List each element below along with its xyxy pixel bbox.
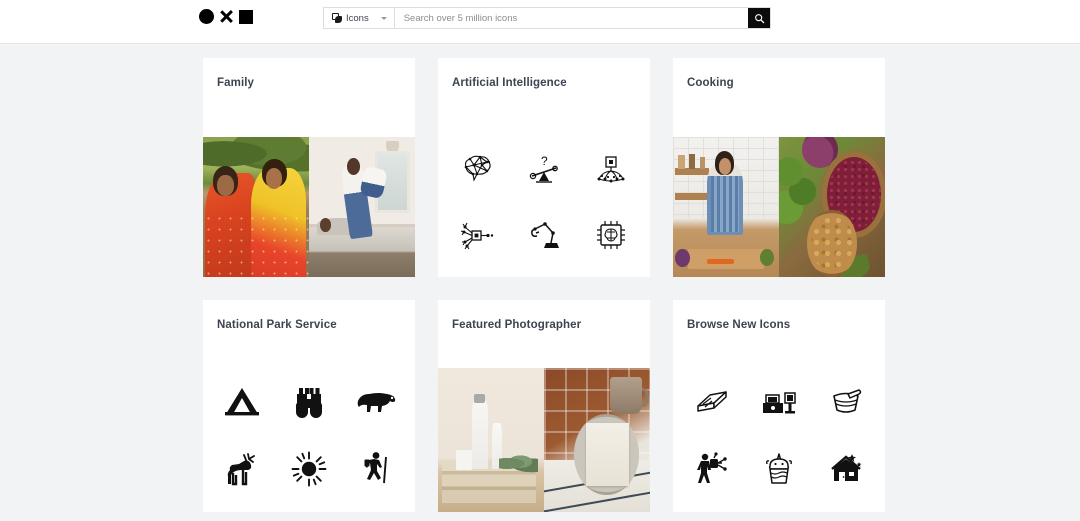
photo-pair <box>203 137 415 277</box>
brain-network-icon[interactable] <box>460 154 494 186</box>
card-title: National Park Service <box>217 319 337 331</box>
card-cooking[interactable]: Cooking <box>673 58 885 277</box>
search-icon <box>754 13 764 23</box>
layers-icon <box>332 13 342 23</box>
photo-mug-and-notebook-flat-lay[interactable] <box>544 368 650 512</box>
card-title: Featured Photographer <box>452 319 582 331</box>
card-browse-new-icons[interactable]: Browse New Icons <box>673 300 885 512</box>
tent-icon[interactable] <box>222 385 262 419</box>
photo-pair <box>438 368 650 512</box>
photo-two-women-in-saris-in-park[interactable] <box>203 137 309 277</box>
photo-father-lifting-child-on-bed[interactable] <box>309 137 415 277</box>
robotic-arm-icon[interactable] <box>527 219 561 251</box>
binoculars-icon[interactable] <box>292 385 326 419</box>
icon-grid <box>673 368 885 512</box>
icon-grid <box>203 368 415 512</box>
deer-icon[interactable] <box>224 451 260 487</box>
search-submit-button[interactable] <box>748 8 770 28</box>
card-title: Family <box>217 77 255 89</box>
person-with-backpack-icon[interactable] <box>694 451 730 486</box>
question-balance-scale-icon[interactable]: ? <box>527 154 561 186</box>
photo-bowl-of-red-beans-and-walnuts[interactable] <box>779 137 885 277</box>
open-book-pages-icon[interactable] <box>694 387 730 417</box>
sun-icon[interactable] <box>291 451 327 487</box>
card-grid: Family Artificial Intelligence ? Cooking… <box>203 58 885 512</box>
chip-neural-net-icon[interactable] <box>594 154 628 186</box>
card-title: Cooking <box>687 77 734 89</box>
search-input[interactable] <box>394 8 748 28</box>
chevron-down-icon <box>380 16 387 20</box>
unicorn-cupcake-icon[interactable] <box>763 452 795 486</box>
svg-text:?: ? <box>541 154 548 168</box>
logo-x-icon <box>219 9 234 24</box>
card-title: Browse New Icons <box>687 319 791 331</box>
search-type-select[interactable]: Icons <box>324 8 395 28</box>
photo-pair <box>673 137 885 277</box>
photo-cosmetic-bottles-on-stacked-books[interactable] <box>438 368 544 512</box>
search-type-label: Icons <box>346 12 369 24</box>
card-family[interactable]: Family <box>203 58 415 277</box>
printer-desk-icon[interactable] <box>760 387 798 417</box>
icon-grid: ? <box>438 137 650 277</box>
site-header: Icons <box>0 0 1080 44</box>
card-artificial-intelligence[interactable]: Artificial Intelligence ? <box>438 58 650 277</box>
bear-icon[interactable] <box>355 388 397 416</box>
site-logo[interactable] <box>199 9 253 24</box>
logo-square-icon <box>239 9 253 24</box>
house-with-stars-icon[interactable] <box>828 453 864 485</box>
photo-woman-chopping-vegetables-in-kitchen[interactable] <box>673 137 779 277</box>
card-national-park-service[interactable]: National Park Service <box>203 300 415 512</box>
hiker-icon[interactable] <box>359 451 393 487</box>
search-bar: Icons <box>323 7 771 29</box>
bowl-with-spoon-icon[interactable] <box>828 388 864 416</box>
neural-network-node-icon[interactable] <box>460 219 494 251</box>
card-title: Artificial Intelligence <box>452 77 567 89</box>
card-featured-photographer[interactable]: Featured Photographer <box>438 300 650 512</box>
logo-circle-icon <box>199 9 214 24</box>
cpu-brain-icon[interactable] <box>594 219 628 251</box>
